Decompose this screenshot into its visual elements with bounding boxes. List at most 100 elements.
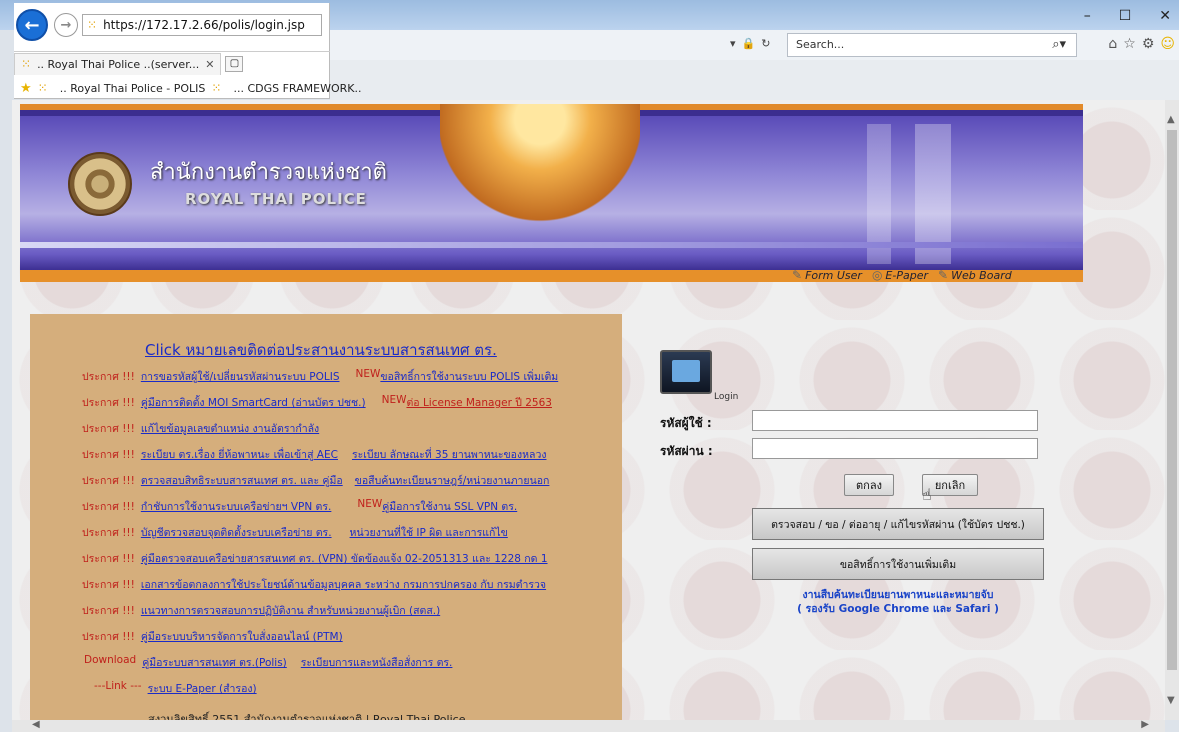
announcement-link[interactable]: เอกสารข้อตกลงการใช้ประโยชน์ด้านข้อมูลบุค… (141, 576, 546, 593)
new-badge: NEW (355, 368, 381, 380)
address-bar-extension: ▾ 🔒 ↻ Search... ⌕▾ ⌂ ☆ ⚙ ☺ (330, 30, 1179, 60)
web-board-link[interactable]: ✎ Web Board (938, 268, 1012, 282)
contact-heading-link[interactable]: Click หมายเลขติดต่อประสานงานระบบสารสนเทศ… (145, 338, 497, 362)
favorite-link-polis[interactable]: .. Royal Thai Police - POLIS (60, 82, 206, 95)
dropdown-icon[interactable]: ▾ (730, 37, 736, 50)
minimize-button[interactable]: – (1084, 8, 1091, 24)
announcement-prefix: Download (84, 654, 137, 666)
announcement-link-2[interactable]: ขอสิทธิ์การใช้งานระบบ POLIS เพิ่มเติม (380, 368, 558, 385)
announcement-link-2[interactable]: ต่อ License Manager ปี 2563 (406, 394, 551, 411)
favorite-link-cdgs[interactable]: ... CDGS FRAMEWORK.. (233, 82, 361, 95)
username-input[interactable] (752, 410, 1038, 431)
vehicle-search-link[interactable]: งานสืบค้นทะเบียนยานพาหนะและหมายจับ (752, 588, 1044, 602)
new-tab-button[interactable]: ▢ (225, 55, 244, 72)
home-icon[interactable]: ⌂ (1108, 36, 1117, 52)
announcement-link[interactable]: ตรวจสอบสิทธิระบบสารสนเทศ ตร. และ คู่มือ (141, 472, 343, 489)
announcement-row: ประกาศ !!! กำชับการใช้งานระบบเครือข่ายฯ … (82, 498, 517, 515)
announcement-link[interactable]: กำชับการใช้งานระบบเครือข่ายฯ VPN ตร. (141, 498, 332, 515)
e-paper-link[interactable]: ◎ E-Paper (872, 268, 928, 282)
announcement-row: Download คู่มือระบบสารสนเทศ ตร.(Polis) ร… (84, 654, 452, 671)
back-button[interactable]: ← (16, 9, 48, 41)
zoomed-toolbar-panel: ← → ⁙ https://172.17.2.66/polis/login.js… (14, 3, 361, 99)
announcement-prefix: ประกาศ !!! (82, 449, 135, 461)
announcement-row: ประกาศ !!! บัญชีตรวจสอบจุดติดตั้งระบบเคร… (82, 524, 508, 541)
close-button[interactable]: ✕ (1159, 8, 1171, 24)
favorites-star-icon[interactable]: ★ (20, 81, 32, 96)
announcement-row: ประกาศ !!! คู่มือตรวจสอบเครือข่ายสารสนเท… (82, 550, 548, 567)
gear-icon[interactable]: ⚙ (1142, 36, 1155, 52)
announcement-link[interactable]: ระเบียบ ตร.เรื่อง ยี่ห้อพาหนะ เพื่อเข้าส… (141, 446, 338, 463)
announcement-row: ประกาศ !!! เอกสารข้อตกลงการใช้ประโยชน์ด้… (82, 576, 546, 593)
loading-icon: ⁙ (211, 81, 222, 95)
vertical-scrollbar[interactable]: ▲ ▼ (1165, 100, 1179, 720)
e-paper-label: E-Paper (885, 268, 928, 282)
header-banner: สำนักงานตำรวจแห่งชาติ ROYAL THAI POLICE (20, 104, 1083, 282)
announcement-prefix: ประกาศ !!! (82, 605, 135, 617)
ok-button[interactable]: ตกลง (844, 474, 894, 496)
tab-close-icon[interactable]: ✕ (205, 58, 214, 71)
web-board-label: Web Board (951, 268, 1012, 282)
announcements-panel: Click หมายเลขติดต่อประสานงานระบบสารสนเทศ… (30, 314, 622, 720)
search-input[interactable]: Search... ⌕▾ (787, 33, 1077, 57)
announcement-link[interactable]: คู่มือระบบสารสนเทศ ตร.(Polis) (142, 654, 287, 671)
tab-row (330, 60, 1179, 78)
smiley-icon[interactable]: ☺ (1160, 36, 1175, 52)
favorites-bar (330, 78, 1179, 100)
forward-button[interactable]: → (54, 13, 78, 37)
lock-icon[interactable]: 🔒 (742, 37, 756, 50)
announcement-link[interactable]: แนวทางการตรวจสอบการปฏิบัติงาน สำหรับหน่ว… (141, 602, 440, 619)
web-board-icon: ✎ (938, 268, 949, 282)
refresh-icon[interactable]: ↻ (761, 37, 770, 50)
search-icon[interactable]: ⌕▾ (1052, 37, 1066, 52)
tab-strip: ⁙ .. Royal Thai Police ..(server... ✕ ▢ (14, 51, 330, 75)
computer-monitor-icon (660, 350, 712, 394)
tab-title: .. Royal Thai Police ..(server... (37, 57, 200, 71)
check-password-button[interactable]: ตรวจสอบ / ขอ / ต่ออายุ / แก้ไขรหัสผ่าน (… (752, 508, 1044, 540)
form-user-label: Form User (805, 268, 862, 282)
password-input[interactable] (752, 438, 1038, 459)
announcement-link[interactable]: การขอรหัสผู้ใช้/เปลี่ยนรหัสผ่านระบบ POLI… (141, 368, 340, 385)
url-field[interactable]: ⁙ https://172.17.2.66/polis/login.jsp (82, 14, 322, 36)
favorites-row: ★ ⁙ .. Royal Thai Police - POLIS ⁙ ... C… (14, 77, 361, 99)
announcement-link[interactable]: คู่มือตรวจสอบเครือข่ายสารสนเทศ ตร. (VPN)… (141, 550, 548, 567)
announcement-link-2[interactable]: หน่วยงานที่ใช้ IP ผิด และการแก้ไข (350, 524, 508, 541)
announcement-prefix: ประกาศ !!! (82, 527, 135, 539)
announcement-link[interactable]: บัญชีตรวจสอบจุดติดตั้งระบบเครือข่าย ตร. (141, 524, 332, 541)
announcement-row: ประกาศ !!! แนวทางการตรวจสอบการปฏิบัติงาน… (82, 602, 440, 619)
announcement-link-2[interactable]: ระเบียบ ลักษณะที่ 35 ยานพาหนะของหลวง (352, 446, 547, 463)
announcement-row: ประกาศ !!! การขอรหัสผู้ใช้/เปลี่ยนรหัสผ่… (82, 368, 558, 385)
toolbar-icons: ⌂ ☆ ⚙ ☺ (1108, 36, 1175, 52)
browser-support-note: ( รองรับ Google Chrome และ Safari ) (797, 603, 999, 615)
favorites-star-icon[interactable]: ☆ (1123, 36, 1136, 52)
scroll-up-icon[interactable]: ▲ (1167, 114, 1175, 125)
banner-title-thai: สำนักงานตำรวจแห่งชาติ (150, 160, 387, 185)
announcement-link[interactable]: ระบบ E-Paper (สำรอง) (148, 680, 257, 697)
announcement-prefix: ประกาศ !!! (82, 579, 135, 591)
tab-royal-thai-police[interactable]: ⁙ .. Royal Thai Police ..(server... ✕ (14, 52, 222, 75)
loading-icon: ⁙ (37, 81, 48, 95)
vehicle-search-note[interactable]: งานสืบค้นทะเบียนยานพาหนะและหมายจับ ( รอง… (752, 588, 1044, 616)
announcement-link-2[interactable]: คู่มือการใช้งาน SSL VPN ตร. (382, 498, 517, 515)
window-controls: – ☐ ✕ (1084, 8, 1171, 24)
horizontal-scrollbar[interactable]: ◀ ▶ (12, 719, 1165, 732)
maximize-button[interactable]: ☐ (1119, 8, 1132, 24)
request-rights-button[interactable]: ขอสิทธิ์การใช้งานเพิ่มเติม (752, 548, 1044, 580)
announcement-prefix: ---Link --- (94, 680, 142, 692)
scrollbar-thumb[interactable] (1167, 130, 1177, 670)
announcement-link-2[interactable]: ขอสืบค้นทะเบียนราษฎร์/หน่วยงานภายนอก (355, 472, 550, 489)
police-seal-logo (68, 152, 132, 216)
search-placeholder: Search... (796, 38, 845, 51)
scroll-down-icon[interactable]: ▼ (1167, 695, 1175, 706)
announcement-link[interactable]: แก้ไขข้อมูลเลขตำแหน่ง งานอัตรากำลัง (141, 420, 319, 437)
scroll-right-icon[interactable]: ▶ (1141, 719, 1149, 730)
scroll-left-icon[interactable]: ◀ (32, 719, 40, 730)
announcement-link[interactable]: คู่มือระบบบริหารจัดการใบสั่งออนไลน์ (PTM… (141, 628, 343, 645)
announcement-link[interactable]: คู่มือการติดตั้ง MOI SmartCard (อ่านบัตร… (141, 394, 366, 411)
announcement-prefix: ประกาศ !!! (82, 501, 135, 513)
new-badge: NEW (381, 394, 407, 406)
hand-cursor-icon: ☝ (922, 485, 932, 504)
announcement-link-2[interactable]: ระเบียบการและหนังสือสั่งการ ตร. (301, 654, 453, 671)
form-user-link[interactable]: ✎ Form User (792, 268, 862, 282)
